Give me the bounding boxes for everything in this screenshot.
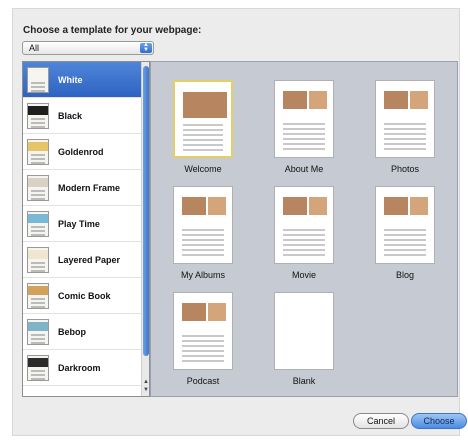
template-label: Blog [395,270,414,280]
theme-thumbnail [27,102,49,129]
template-thumbnail [274,80,334,158]
theme-thumbnail [27,318,49,345]
theme-list-scrollbar[interactable]: ▲ ▼ [141,62,149,396]
template-label: About Me [284,164,324,174]
theme-item-label: Bebop [58,326,86,337]
template-thumbnail [274,292,334,370]
theme-item-label: Play Time [58,218,100,229]
template-label: My Albums [180,270,225,280]
scroll-down-arrow-icon[interactable]: ▼ [142,386,149,394]
template-tile[interactable]: Blank [268,292,340,386]
theme-thumbnail [27,138,49,165]
template-tile[interactable]: Podcast [167,292,239,386]
theme-item[interactable]: Goldenrod [23,134,149,170]
scrollbar-thumb[interactable] [143,66,149,356]
template-tile[interactable]: Photos [369,80,441,174]
template-thumbnail [375,186,435,264]
theme-thumbnail [27,174,49,201]
category-select-value: All [29,43,40,53]
template-gallery: Welcome About Me Photos My Albums Movie Blog P… [150,61,458,397]
template-tile[interactable]: Movie [268,186,340,280]
template-tile[interactable]: About Me [268,80,340,174]
category-select[interactable]: All ▲ ▼ [22,41,154,55]
theme-item[interactable]: Modern Frame [23,170,149,206]
template-tile[interactable]: Welcome [167,80,239,174]
theme-thumbnail [27,354,49,381]
theme-item-label: Layered Paper [58,254,121,265]
select-arrows-icon: ▲ ▼ [140,42,152,53]
theme-item[interactable]: Comic Book [23,278,149,314]
theme-thumbnail [27,210,49,237]
template-label: Blank [292,376,316,386]
theme-item[interactable]: Play Time [23,206,149,242]
template-label: Movie [291,270,316,280]
theme-item[interactable]: Black [23,98,149,134]
template-tile[interactable]: Blog [369,186,441,280]
template-thumbnail [173,292,233,370]
scroll-up-arrow-icon[interactable]: ▲ [142,378,149,386]
cancel-button[interactable]: Cancel [353,413,409,429]
template-label: Podcast [186,376,220,386]
theme-thumbnail [27,66,49,93]
theme-item-label: Modern Frame [58,182,121,193]
theme-item-label: Darkroom [58,362,101,373]
theme-item-label: Black [58,110,83,121]
theme-thumbnail [27,282,49,309]
template-thumbnail [173,186,233,264]
template-tile[interactable]: My Albums [167,186,239,280]
theme-item[interactable]: White [23,62,149,98]
dialog-prompt: Choose a template for your webpage: [23,25,202,36]
theme-item[interactable]: Darkroom [23,350,149,386]
theme-list[interactable]: White Black Goldenrod Modern Frame Play Time… [22,61,150,397]
theme-item-label: Comic Book [58,290,111,301]
theme-item[interactable]: Bebop [23,314,149,350]
theme-item[interactable]: Layered Paper [23,242,149,278]
theme-item-label: Goldenrod [58,146,104,157]
theme-thumbnail [27,246,49,273]
theme-item-label: White [58,74,83,85]
template-thumbnail [375,80,435,158]
template-thumbnail [274,186,334,264]
template-label: Welcome [184,164,222,174]
choose-button[interactable]: Choose [411,413,467,429]
template-chooser-dialog: Choose a template for your webpage: All … [12,8,467,436]
template-thumbnail [173,80,233,158]
template-label: Photos [390,164,420,174]
